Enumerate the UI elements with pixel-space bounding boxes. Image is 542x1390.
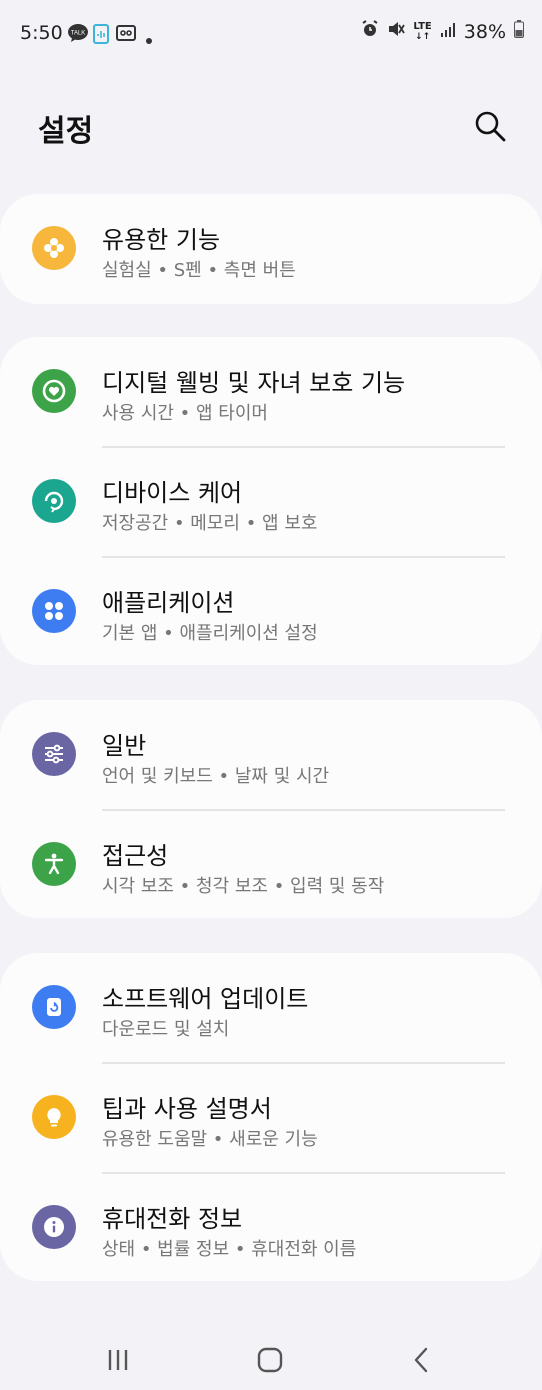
row-subtitle: 기본 앱 • 애플리케이션 설정 bbox=[102, 623, 318, 644]
lte-label: LTE bbox=[413, 20, 432, 32]
row-subtitle: 시각 보조 • 청각 보조 • 입력 및 동작 bbox=[102, 876, 385, 897]
row-title: 휴대전화 정보 bbox=[102, 1205, 243, 1233]
settings-card-general: 일반 언어 및 키보드 • 날짜 및 시간 접근성 시각 보조 • 청각 보조 … bbox=[0, 700, 542, 918]
row-title: 접근성 bbox=[102, 842, 169, 870]
sliders-icon bbox=[32, 732, 76, 776]
apps-grid-icon bbox=[32, 589, 76, 633]
row-title: 디지털 웰빙 및 자녀 보호 기능 bbox=[102, 369, 406, 397]
lightbulb-icon bbox=[32, 1095, 76, 1139]
device-care-icon bbox=[32, 479, 76, 523]
back-button[interactable] bbox=[400, 1338, 444, 1382]
battery-percent: 38% bbox=[463, 20, 506, 43]
row-subtitle: 유용한 도움말 • 새로운 기능 bbox=[102, 1129, 318, 1150]
recent-apps-icon bbox=[108, 1350, 128, 1370]
row-title: 일반 bbox=[102, 732, 147, 760]
row-title: 소프트웨어 업데이트 bbox=[102, 985, 309, 1013]
settings-card-about: 소프트웨어 업데이트 다운로드 및 설치 팁과 사용 설명서 유용한 도움말 •… bbox=[0, 953, 542, 1281]
row-subtitle: 상태 • 법률 정보 • 휴대전화 이름 bbox=[102, 1239, 357, 1260]
puzzle-icon bbox=[32, 226, 76, 270]
row-useful-features[interactable]: 유용한 기능 실험실 • S펜 • 측면 버튼 bbox=[0, 194, 542, 304]
mute-icon bbox=[387, 20, 406, 43]
cassette-icon bbox=[116, 24, 136, 46]
row-title: 애플리케이션 bbox=[102, 589, 235, 617]
row-subtitle: 다운로드 및 설치 bbox=[102, 1019, 230, 1040]
row-digital-wellbeing[interactable]: 디지털 웰빙 및 자녀 보호 기능 사용 시간 • 앱 타이머 bbox=[0, 337, 542, 447]
wellbeing-icon bbox=[32, 369, 76, 413]
home-icon bbox=[257, 1347, 283, 1373]
row-applications[interactable]: 애플리케이션 기본 앱 • 애플리케이션 설정 bbox=[0, 557, 542, 667]
voice-recorder-icon bbox=[93, 24, 109, 48]
lte-indicator: LTE ↓↑ bbox=[413, 20, 432, 42]
row-subtitle: 사용 시간 • 앱 타이머 bbox=[102, 403, 268, 424]
accessibility-icon bbox=[32, 842, 76, 886]
home-button[interactable] bbox=[248, 1338, 292, 1382]
row-title: 유용한 기능 bbox=[102, 226, 221, 254]
status-time: 5:50 bbox=[20, 22, 63, 44]
status-right: LTE ↓↑ 38% bbox=[361, 20, 524, 43]
software-update-icon bbox=[32, 985, 76, 1029]
info-icon bbox=[32, 1205, 76, 1249]
search-icon bbox=[475, 111, 506, 142]
recent-apps-button[interactable] bbox=[96, 1338, 140, 1382]
row-accessibility[interactable]: 접근성 시각 보조 • 청각 보조 • 입력 및 동작 bbox=[0, 810, 542, 920]
settings-card-device: 디지털 웰빙 및 자녀 보호 기능 사용 시간 • 앱 타이머 디바이스 케어 … bbox=[0, 337, 542, 665]
row-subtitle: 실험실 • S펜 • 측면 버튼 bbox=[102, 260, 296, 281]
row-subtitle: 저장공간 • 메모리 • 앱 보호 bbox=[102, 513, 318, 534]
signal-icon bbox=[440, 21, 456, 43]
kakaotalk-icon: TALK bbox=[68, 24, 88, 46]
data-arrows-icon: ↓↑ bbox=[415, 31, 431, 42]
row-device-care[interactable]: 디바이스 케어 저장공간 • 메모리 • 앱 보호 bbox=[0, 447, 542, 557]
more-notifications-dot-icon bbox=[145, 30, 153, 49]
back-icon bbox=[414, 1347, 428, 1373]
search-button[interactable] bbox=[472, 108, 512, 148]
status-bar: 5:50 TALK LTE ↓↑ 38% bbox=[0, 0, 542, 66]
alarm-icon bbox=[361, 20, 379, 43]
battery-icon bbox=[514, 20, 524, 43]
navigation-bar bbox=[0, 1310, 542, 1390]
row-subtitle: 언어 및 키보드 • 날짜 및 시간 bbox=[102, 766, 330, 787]
page-title: 설정 bbox=[38, 114, 94, 149]
row-title: 디바이스 케어 bbox=[102, 479, 243, 507]
settings-card-advanced: 유용한 기능 실험실 • S펜 • 측면 버튼 bbox=[0, 194, 542, 304]
row-tips-and-manual[interactable]: 팁과 사용 설명서 유용한 도움말 • 새로운 기능 bbox=[0, 1063, 542, 1173]
row-general-management[interactable]: 일반 언어 및 키보드 • 날짜 및 시간 bbox=[0, 700, 542, 810]
row-software-update[interactable]: 소프트웨어 업데이트 다운로드 및 설치 bbox=[0, 953, 542, 1063]
svg-text:TALK: TALK bbox=[71, 31, 86, 37]
row-title: 팁과 사용 설명서 bbox=[102, 1095, 272, 1123]
row-about-phone[interactable]: 휴대전화 정보 상태 • 법률 정보 • 휴대전화 이름 bbox=[0, 1173, 542, 1283]
